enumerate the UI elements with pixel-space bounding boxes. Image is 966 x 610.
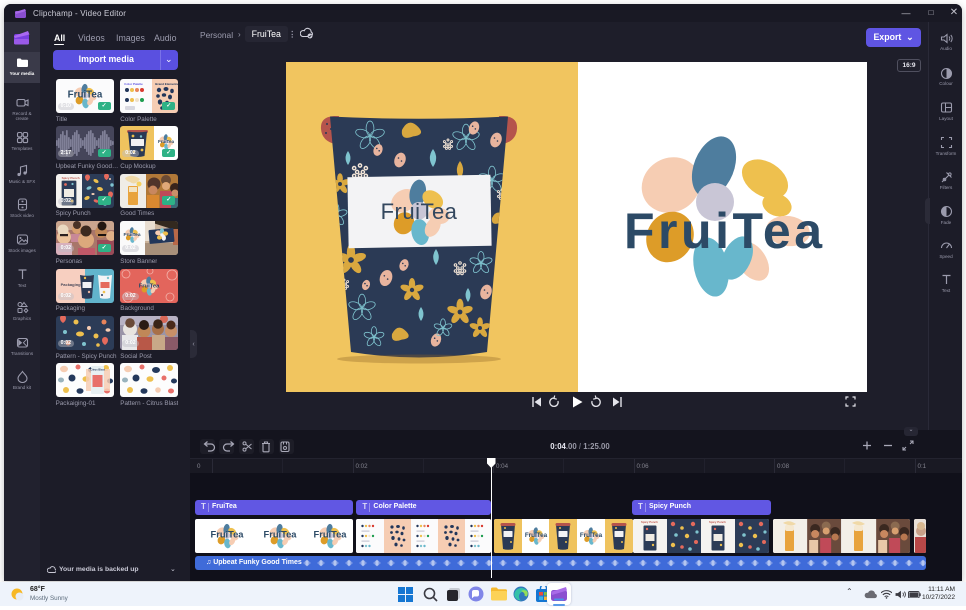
svg-text:FruiTea: FruiTea (381, 199, 458, 224)
svg-text:FruiTea: FruiTea (580, 532, 603, 539)
svg-text:FruiTea: FruiTea (314, 529, 348, 539)
svg-text:FruiTea: FruiTea (264, 529, 298, 539)
svg-text:FruiTea: FruiTea (158, 139, 174, 144)
svg-text:FruiTea: FruiTea (624, 203, 823, 259)
svg-text:FruiTea: FruiTea (524, 532, 547, 539)
svg-text:FruiTea: FruiTea (67, 90, 102, 101)
svg-text:FruiTea: FruiTea (211, 529, 245, 539)
svg-text:FruiTea: FruiTea (124, 232, 141, 238)
svg-text:Citrus Blast: Citrus Blast (90, 368, 105, 372)
svg-text:FruiTea: FruiTea (139, 283, 160, 289)
